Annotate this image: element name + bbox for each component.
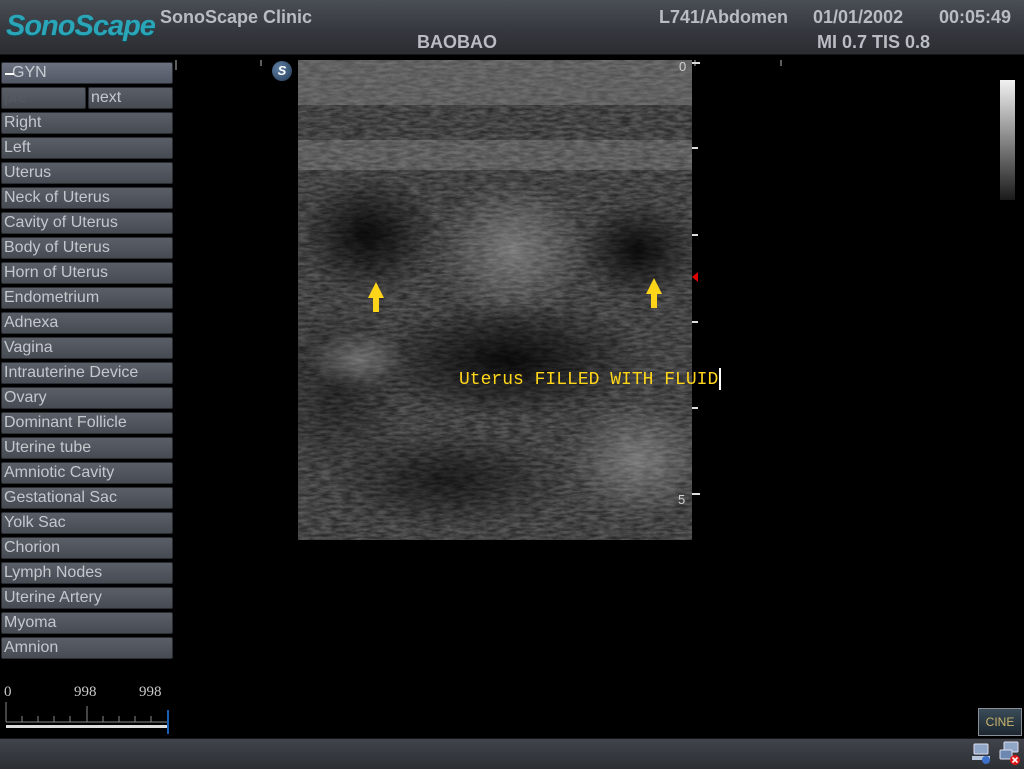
network-disconnected-icon — [999, 741, 1020, 765]
cine-scale-end: 998 — [139, 684, 162, 700]
probe-preset: L741/Abdomen — [659, 7, 789, 27]
menu-item-dominant-follicle[interactable]: Dominant Follicle — [1, 412, 173, 434]
menu-item-lymph-nodes[interactable]: Lymph Nodes — [1, 562, 173, 584]
ultrasound-image[interactable] — [298, 60, 692, 540]
menu-item-ovary[interactable]: Ovary — [1, 387, 173, 409]
menu-item-yolk-sac[interactable]: Yolk Sac — [1, 512, 173, 534]
depth-label-top: 0 — [679, 59, 687, 74]
menu-item-right[interactable]: Right — [1, 112, 173, 134]
exam-time: 00:05:49 — [939, 7, 1012, 27]
brand-logo: SonoScape — [6, 10, 156, 42]
network-icon — [972, 743, 990, 764]
menu-item-endometrium[interactable]: Endometrium — [1, 287, 173, 309]
text-cursor — [719, 368, 722, 390]
ultrasound-texture — [298, 60, 692, 540]
probe-orientation-icon: S — [272, 61, 292, 81]
depth-scale — [692, 62, 700, 495]
grayscale-bar — [1000, 80, 1015, 200]
depth-label-bottom: 5 — [678, 492, 686, 507]
exam-date: 01/01/2002 — [813, 7, 904, 27]
cine-scale-mid: 998 — [74, 684, 97, 700]
menu-item-amnion[interactable]: Amnion — [1, 637, 173, 659]
patient-name: BAOBAO — [417, 32, 497, 52]
menu-item-intrauterine-device[interactable]: Intrauterine Device — [1, 362, 173, 384]
cine-scale-start: 0 — [4, 684, 12, 700]
menu-category-button[interactable]: GYN — [1, 62, 173, 84]
bottom-bar — [0, 738, 1024, 769]
next-page-button[interactable]: next — [88, 87, 173, 109]
prev-page-button[interactable]: pre — [1, 87, 86, 109]
cine-scale-bar[interactable] — [5, 700, 169, 734]
menu-item-cavity-of-uterus[interactable]: Cavity of Uterus — [1, 212, 173, 234]
menu-item-left[interactable]: Left — [1, 137, 173, 159]
menu-item-adnexa[interactable]: Adnexa — [1, 312, 173, 334]
focus-marker — [692, 272, 698, 282]
menu-item-myoma[interactable]: Myoma — [1, 612, 173, 634]
top-status-bar: SonoScape SonoScape Clinic BAOBAO L741/A… — [0, 0, 1024, 55]
clinic-name: SonoScape Clinic — [160, 7, 313, 27]
menu-item-body-of-uterus[interactable]: Body of Uterus — [1, 237, 173, 259]
menu-item-uterus[interactable]: Uterus — [1, 162, 173, 184]
menu-item-uterine-artery[interactable]: Uterine Artery — [1, 587, 173, 609]
menu-item-uterine-tube[interactable]: Uterine tube — [1, 437, 173, 459]
menu-item-horn-of-uterus[interactable]: Horn of Uterus — [1, 262, 173, 284]
menu-item-vagina[interactable]: Vagina — [1, 337, 173, 359]
annotation-text: Uterus FILLED WITH FLUID — [459, 369, 719, 390]
cine-button[interactable]: CINE — [978, 708, 1022, 736]
menu-item-neck-of-uterus[interactable]: Neck of Uterus — [1, 187, 173, 209]
text-annotation[interactable]: Uterus FILLED WITH FLUID — [459, 368, 722, 390]
menu-item-amniotic-cavity[interactable]: Amniotic Cavity — [1, 462, 173, 484]
menu-item-chorion[interactable]: Chorion — [1, 537, 173, 559]
menu-item-gestational-sac[interactable]: Gestational Sac — [1, 487, 173, 509]
acoustic-indices: MI 0.7 TIS 0.8 — [817, 32, 931, 52]
